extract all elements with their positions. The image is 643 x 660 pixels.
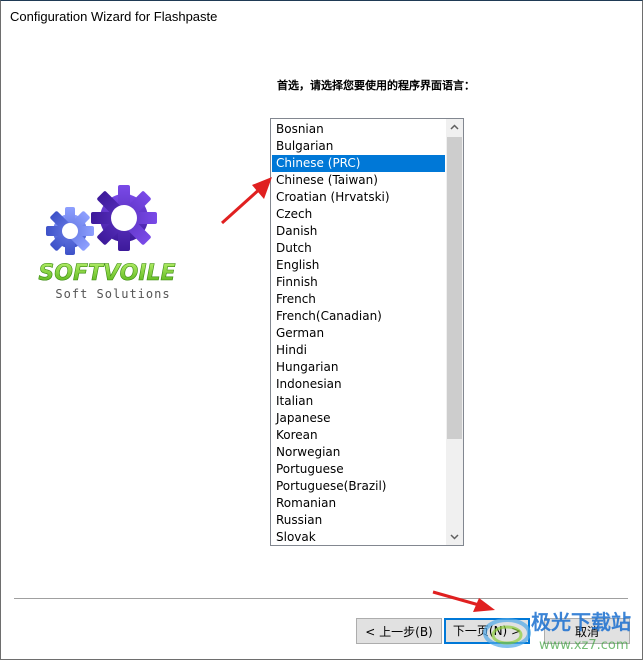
language-option[interactable]: Czech [272, 206, 445, 223]
language-option[interactable]: German [272, 325, 445, 342]
language-option[interactable]: Hindi [272, 342, 445, 359]
tagline-text: Soft Solutions [55, 287, 170, 301]
cancel-button[interactable]: 取消 [544, 618, 630, 644]
large-gear-icon [91, 185, 157, 251]
small-gear-icon [46, 207, 94, 255]
softvoile-logo: SOFTVOILE Soft Solutions [17, 181, 198, 306]
language-option[interactable]: French(Canadian) [272, 308, 445, 325]
chevron-up-icon [450, 124, 459, 130]
annotation-arrow-next [432, 590, 495, 612]
language-option[interactable]: Dutch [272, 240, 445, 257]
annotation-arrow-language [220, 177, 272, 225]
language-list-items: Bosnian Bulgarian Chinese (PRC) Chinese (Ta… [272, 121, 445, 545]
language-option[interactable]: Slovak [272, 529, 445, 545]
language-option[interactable]: Croatian (Hrvatski) [272, 189, 445, 206]
language-option[interactable]: Chinese (Taiwan) [272, 172, 445, 189]
language-option[interactable]: French [272, 291, 445, 308]
language-option[interactable]: English [272, 257, 445, 274]
scroll-up-button[interactable] [446, 119, 463, 136]
footer-separator [14, 598, 628, 599]
language-option[interactable]: Danish [272, 223, 445, 240]
listbox-scrollbar[interactable] [446, 119, 463, 545]
scroll-down-button[interactable] [446, 528, 463, 545]
language-option[interactable]: Finnish [272, 274, 445, 291]
language-option[interactable]: Romanian [272, 495, 445, 512]
language-option[interactable]: Portuguese(Brazil) [272, 478, 445, 495]
language-prompt: 首选，请选择您要使用的程序界面语言： [277, 79, 475, 92]
language-listbox[interactable]: Bosnian Bulgarian Chinese (PRC) Chinese (Ta… [270, 118, 464, 546]
window-title: Configuration Wizard for Flashpaste [10, 9, 218, 24]
language-option[interactable]: Bulgarian [272, 138, 445, 155]
scrollbar-thumb[interactable] [447, 137, 462, 439]
chevron-down-icon [450, 534, 459, 540]
wizard-window: Configuration Wizard for Flashpaste 首选，请… [0, 0, 643, 660]
language-option[interactable]: Japanese [272, 410, 445, 427]
next-button[interactable]: 下一页(N) > [444, 618, 530, 644]
language-option[interactable]: Indonesian [272, 376, 445, 393]
brand-text: SOFTVOILE [38, 261, 175, 286]
language-option[interactable]: Bosnian [272, 121, 445, 138]
language-option[interactable]: Portuguese [272, 461, 445, 478]
language-option[interactable]: Chinese (PRC) [272, 155, 445, 172]
language-option[interactable]: Italian [272, 393, 445, 410]
language-option[interactable]: Norwegian [272, 444, 445, 461]
language-option[interactable]: Hungarian [272, 359, 445, 376]
language-option[interactable]: Russian [272, 512, 445, 529]
back-button[interactable]: < 上一步(B) [356, 618, 442, 644]
language-option[interactable]: Korean [272, 427, 445, 444]
